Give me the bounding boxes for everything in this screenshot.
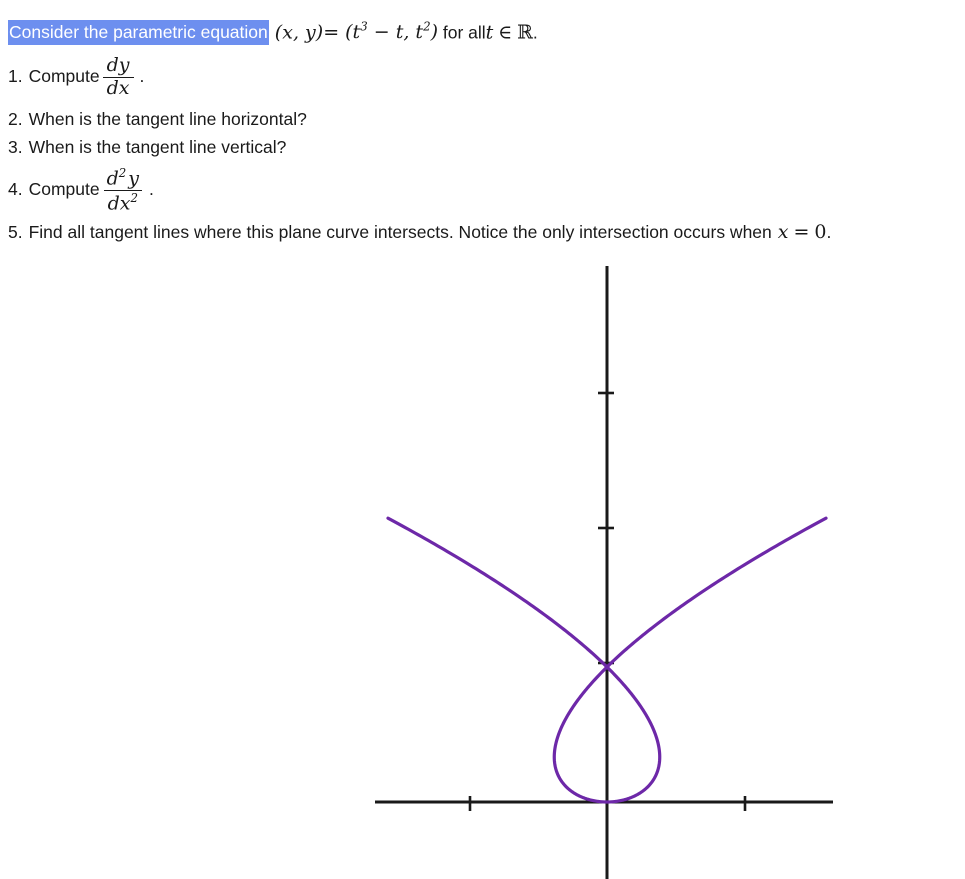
selected-text-highlight[interactable]: Consider the parametric equation (8, 20, 269, 46)
fraction-numerator: d2 y (106, 165, 139, 190)
list-item-period: . (826, 221, 832, 242)
list-item-number: 4. (8, 179, 23, 199)
fraction-denominator: dx2 (103, 190, 142, 214)
list-item-number: 1. (8, 66, 23, 86)
list-item-text: Compute (28, 179, 100, 199)
list-item-number: 5. (8, 221, 23, 242)
list-item-text: When is the tangent line horizontal? (28, 108, 307, 129)
inline-math-var: x (777, 221, 789, 243)
plot-svg (375, 266, 833, 879)
equation-tail-set: ℝ (517, 21, 533, 44)
list-item-number: 2. (8, 108, 23, 129)
list-item-number: 3. (8, 136, 23, 157)
equation-tail-label: for all (442, 22, 486, 43)
equation-tail-in: ∈ (498, 21, 513, 44)
list-item: 1. Compute dy dx . (8, 48, 958, 105)
axes-group (375, 266, 833, 879)
list-item: 2. When is the tangent line horizontal? (8, 105, 958, 133)
fraction-numerator: dy (106, 54, 130, 77)
equation-rhs: (t3 − t, t2) (339, 20, 438, 44)
fraction-dy-dx: dy dx (102, 54, 134, 99)
list-item-text: When is the tangent line vertical? (28, 136, 287, 157)
list-item-period: . (139, 66, 145, 86)
prompt-line: Consider the parametric equation (x, y)=… (8, 14, 538, 46)
list-item: 3. When is the tangent line vertical? (8, 133, 958, 161)
parametric-curve-plot (0, 258, 965, 879)
list-item-period: . (148, 179, 154, 199)
fraction-denominator: dx (102, 77, 134, 99)
list-item: 4. Compute d2 y dx2 . (8, 161, 958, 218)
inline-math-equals: = (793, 221, 810, 243)
equation-tail-period: . (532, 22, 538, 43)
fraction-d2y-dx2: d2 y dx2 (103, 167, 143, 215)
question-list: 1. Compute dy dx . 2. When is the tangen… (8, 48, 958, 246)
list-item: 5. Find all tangent lines where this pla… (8, 218, 958, 246)
inline-math-value: 0 (814, 221, 827, 243)
list-item-text: Compute (28, 66, 100, 86)
equation-equals: = (323, 21, 340, 44)
list-item-text: Find all tangent lines where this plane … (28, 221, 772, 242)
equation-lhs: (x, y) (268, 21, 324, 44)
equation-tail-var: t (485, 21, 494, 44)
